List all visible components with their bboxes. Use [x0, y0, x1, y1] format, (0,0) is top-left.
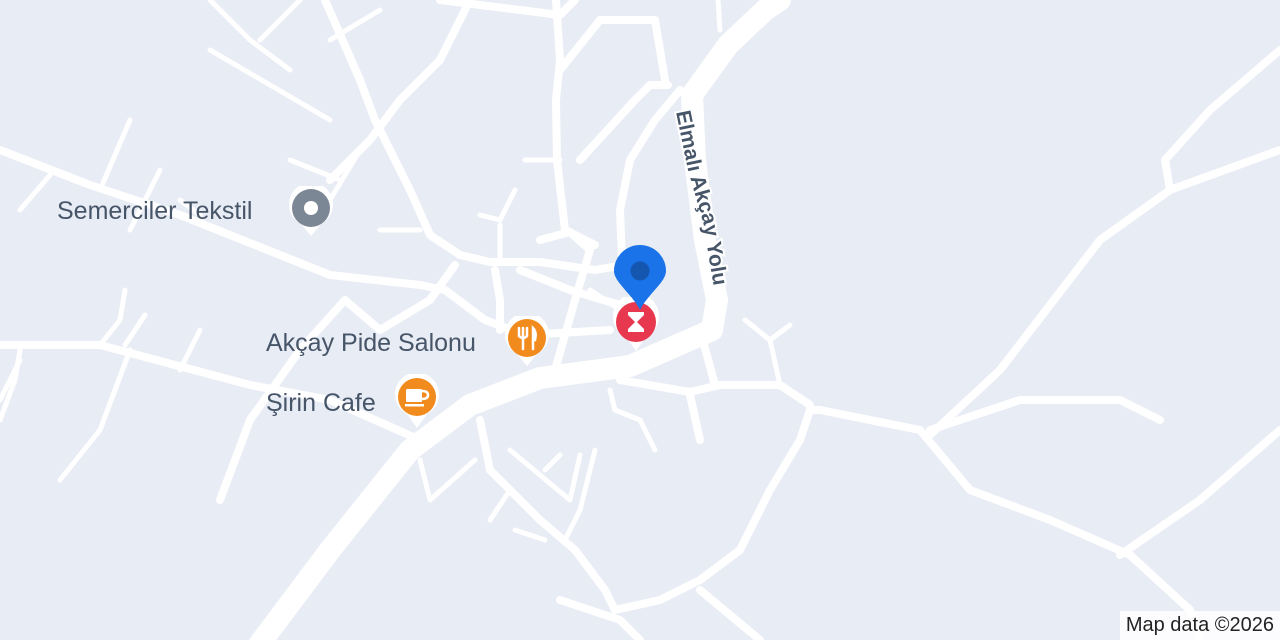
poi-label: Şirin Cafe	[266, 389, 376, 417]
poi-label: Akçay Pide Salonu	[266, 329, 476, 357]
place-gray-icon	[289, 186, 333, 236]
map-canvas[interactable]: Elmalı Akçay Yolu Semerciler Tekstil Akç…	[0, 0, 1280, 640]
location-pin-icon	[614, 245, 666, 310]
map-attribution[interactable]: Map data ©2026	[1119, 611, 1280, 640]
cafe-icon	[395, 374, 439, 428]
poi-label: Semerciler Tekstil	[57, 197, 253, 225]
restaurant-icon	[505, 316, 549, 366]
